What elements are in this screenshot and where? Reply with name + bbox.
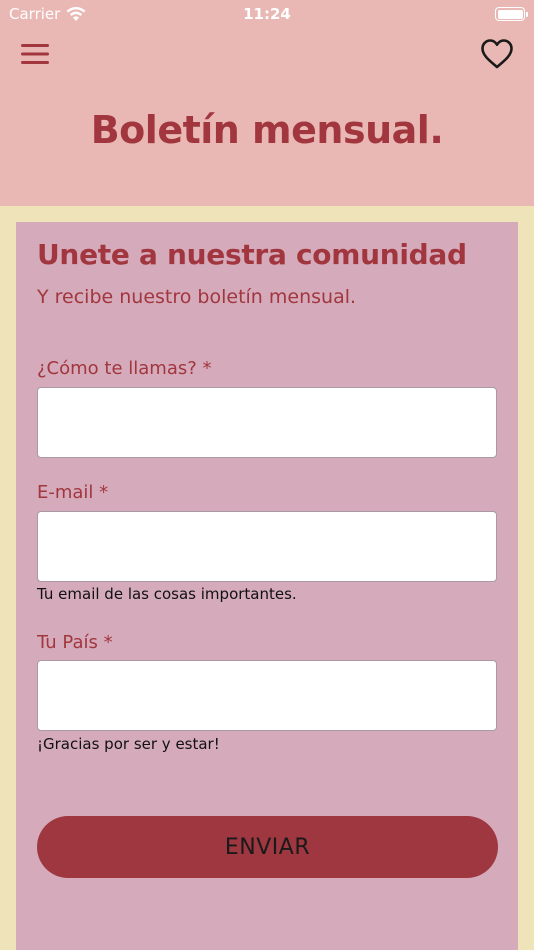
name-field-label: ¿Cómo te llamas? * [37,358,212,379]
menu-button[interactable] [20,41,50,67]
page-title: Boletín mensual. [90,108,444,152]
country-input[interactable] [37,660,497,731]
status-bar: Carrier 11:24 [0,0,534,28]
newsletter-form-card: Unete a nuestra comunidad Y recibe nuest… [16,222,518,950]
country-field-label: Tu País * [37,632,113,653]
header: Carrier 11:24 Boletín mensual. [0,0,534,206]
form-title: Unete a nuestra comunidad [37,238,467,271]
name-input[interactable] [37,387,497,458]
form-subtitle: Y recibe nuestro boletín mensual. [37,286,357,308]
battery-icon [495,7,528,21]
favorite-button[interactable] [480,38,514,70]
hamburger-menu-icon [21,44,49,64]
email-help-text: Tu email de las cosas importantes. [37,585,297,603]
country-help-text: ¡Gracias por ser y estar! [37,735,220,753]
heart-outline-icon [481,39,513,69]
email-input[interactable] [37,511,497,582]
status-time: 11:24 [243,5,291,23]
email-field-label: E-mail * [37,482,109,503]
submit-button[interactable]: ENVIAR [37,816,498,878]
